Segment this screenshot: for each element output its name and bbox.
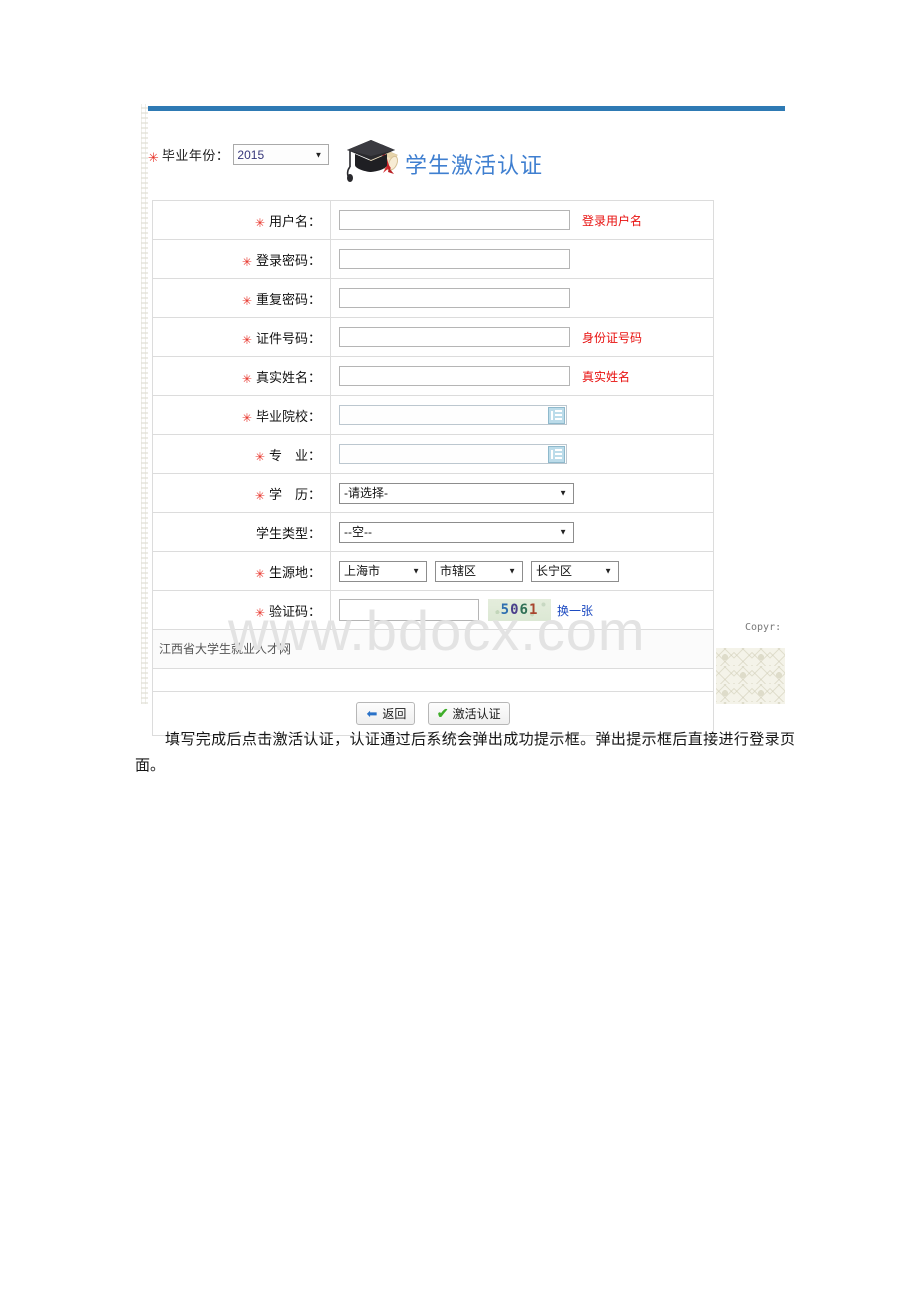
major-input[interactable] xyxy=(339,444,567,464)
instruction-paragraph: 填写完成后点击激活认证，认证通过后系统会弹出成功提示框。弹出提示框后直接进行登录… xyxy=(135,726,795,778)
page-edge-texture-left xyxy=(141,104,148,704)
table-row: ✳ 毕业院校： xyxy=(152,395,714,435)
decorative-pattern-block xyxy=(716,648,785,704)
row-label-confirm-password: ✳ 重复密码： xyxy=(152,278,331,318)
row-label-id-number: ✳ 证件号码： xyxy=(152,317,331,357)
username-input[interactable] xyxy=(339,210,570,230)
label-text: 证件号码： xyxy=(255,330,321,346)
required-asterisk-icon: ✳ xyxy=(254,215,265,230)
captcha-image[interactable]: 5061 xyxy=(488,599,551,621)
required-asterisk-icon: ✳ xyxy=(254,605,265,620)
table-row: ✳学生类型： --空-- ▼ xyxy=(152,512,714,552)
activation-form-table: ✳ 用户名： 登录用户名 ✳ 登录密码： ✳ 重复密码： ✳ 证件号码： 身份证… xyxy=(152,200,714,736)
confirm-password-input[interactable] xyxy=(339,288,570,308)
label-text: 学生类型： xyxy=(255,525,321,541)
school-input[interactable] xyxy=(339,405,567,425)
required-asterisk-icon: ✳ xyxy=(254,566,265,581)
spacer-row xyxy=(152,668,714,692)
row-label-captcha: ✳ 验证码： xyxy=(152,590,331,630)
label-text: 学 历： xyxy=(268,486,321,502)
captcha-input[interactable] xyxy=(339,599,479,621)
required-asterisk-icon: ✳ xyxy=(241,332,252,347)
password-input[interactable] xyxy=(339,249,570,269)
table-row: ✳ 专 业： xyxy=(152,434,714,474)
student-type-select[interactable]: --空-- xyxy=(339,521,574,543)
table-footer-row: 江西省大学生就业人才网 xyxy=(152,629,714,669)
activate-button[interactable]: ✔ 激活认证 xyxy=(427,702,510,725)
check-icon: ✔ xyxy=(436,705,449,721)
origin-city-select[interactable]: 市辖区 xyxy=(435,560,523,582)
table-row: ✳ 学 历： -请选择- ▼ xyxy=(152,473,714,513)
form-header: ✳ 毕业年份： 2015 ▼ 学生激活认证 xyxy=(148,138,785,194)
label-text: 用户名： xyxy=(268,213,321,229)
required-asterisk-icon: ✳ xyxy=(241,293,252,308)
real-name-hint: 真实姓名 xyxy=(582,369,631,384)
row-label-student-type: ✳学生类型： xyxy=(152,512,331,552)
list-picker-icon[interactable] xyxy=(548,406,565,424)
row-label-education: ✳ 学 历： xyxy=(152,473,331,513)
graduation-year-select[interactable]: 2015 xyxy=(233,144,330,165)
table-row: ✳ 生源地： 上海市 ▼ 市辖区 ▼ 长宁区 ▼ xyxy=(152,551,714,591)
row-label-password: ✳ 登录密码： xyxy=(152,239,331,279)
row-label-school: ✳ 毕业院校： xyxy=(152,395,331,435)
table-row: ✳ 登录密码： xyxy=(152,239,714,279)
back-button[interactable]: ⬅ 返回 xyxy=(356,702,416,725)
table-row: ✳ 证件号码： 身份证号码 xyxy=(152,317,714,357)
row-label-username: ✳ 用户名： xyxy=(152,200,331,240)
id-number-input[interactable] xyxy=(339,327,570,347)
row-label-major: ✳ 专 业： xyxy=(152,434,331,474)
arrow-left-icon: ⬅ xyxy=(366,706,378,721)
required-asterisk-icon: ✳ xyxy=(148,150,159,165)
real-name-input[interactable] xyxy=(339,366,570,386)
education-select[interactable]: -请选择- xyxy=(339,482,574,504)
id-number-hint: 身份证号码 xyxy=(582,330,643,345)
table-row: ✳ 真实姓名： 真实姓名 xyxy=(152,356,714,396)
label-text: 专 业： xyxy=(268,447,321,463)
document-page: ✳ 毕业年份： 2015 ▼ 学生激活认证 ✳ 用户名： 登录用户名 ✳ 登录密… xyxy=(0,0,920,1302)
table-row: ✳ 验证码： 5061 换一张 xyxy=(152,590,714,630)
page-title: 学生激活认证 xyxy=(405,154,544,179)
graduation-year-field: ✳ 毕业年份： 2015 ▼ xyxy=(148,144,330,165)
username-hint: 登录用户名 xyxy=(582,213,643,228)
required-asterisk-icon: ✳ xyxy=(241,410,252,425)
required-asterisk-icon: ✳ xyxy=(254,488,265,503)
label-text: 重复密码： xyxy=(255,291,321,307)
row-label-origin: ✳ 生源地： xyxy=(152,551,331,591)
activate-button-label: 激活认证 xyxy=(452,707,501,721)
label-text: 登录密码： xyxy=(255,252,321,268)
label-text: 验证码： xyxy=(268,603,321,619)
instruction-line-1: 填写完成后点击激活认证，认证通过后系统会弹出成功提示框。弹出提示框后直 xyxy=(165,730,704,748)
table-row: ✳ 用户名： 登录用户名 xyxy=(152,200,714,240)
captcha-refresh-link[interactable]: 换一张 xyxy=(557,602,593,619)
copyright-fragment: Copyr: xyxy=(745,622,782,633)
graduation-cap-diploma-icon xyxy=(346,140,399,182)
required-asterisk-icon: ✳ xyxy=(241,254,252,269)
label-text: 生源地： xyxy=(268,564,321,580)
site-name-label: 江西省大学生就业人才网 xyxy=(159,642,292,656)
back-button-label: 返回 xyxy=(382,707,407,721)
row-label-real-name: ✳ 真实姓名： xyxy=(152,356,331,396)
required-asterisk-icon: ✳ xyxy=(241,371,252,386)
label-text: 毕业院校： xyxy=(255,408,321,424)
required-asterisk-icon: ✳ xyxy=(254,449,265,464)
label-text: 真实姓名： xyxy=(255,369,321,385)
list-picker-icon[interactable] xyxy=(548,445,565,463)
page-logo: 学生激活认证 xyxy=(341,134,543,182)
header-accent-rule xyxy=(148,106,785,111)
graduation-year-label: 毕业年份： xyxy=(161,148,230,163)
origin-province-select[interactable]: 上海市 xyxy=(339,560,427,582)
table-row: ✳ 重复密码： xyxy=(152,278,714,318)
origin-district-select[interactable]: 长宁区 xyxy=(531,560,619,582)
